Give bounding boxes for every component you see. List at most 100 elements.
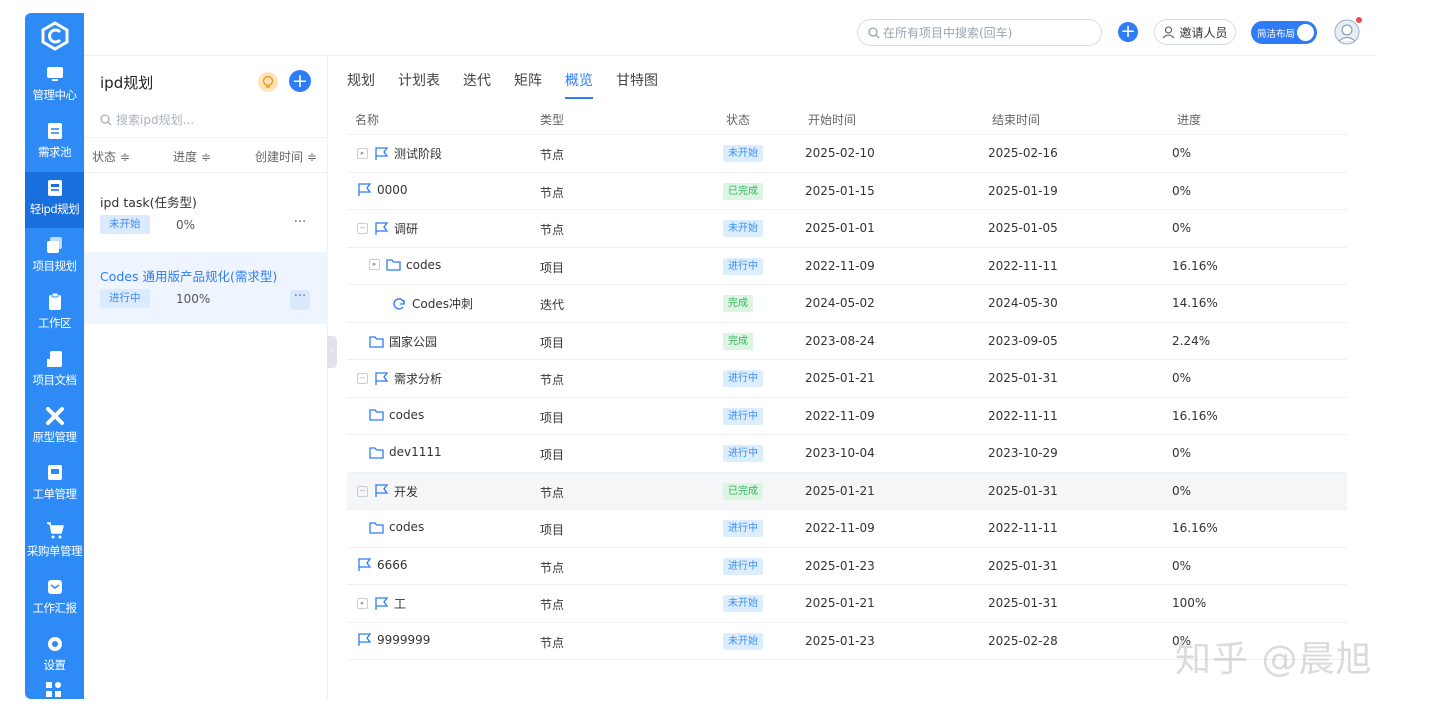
expand-toggle[interactable]: ▸ — [357, 598, 368, 609]
tips-button[interactable] — [258, 72, 278, 92]
row-end-date: 2025-02-16 — [988, 146, 1058, 160]
table-row[interactable]: − 需求分析 节点 进行中 2025-01-21 2025-01-31 0% — [347, 360, 1347, 398]
table-row[interactable]: 0000 节点 已完成 2025-01-15 2025-01-19 0% — [347, 173, 1347, 210]
plan-search-input[interactable]: 搜索ipd规划... — [100, 111, 194, 128]
row-start-date: 2022-11-09 — [805, 521, 875, 535]
row-type: 项目 — [540, 410, 565, 425]
apps-grid-icon[interactable] — [45, 681, 63, 699]
row-name: 调研 — [394, 222, 419, 236]
table-row[interactable]: ▸ 测试阶段 节点 未开始 2025-02-10 2025-02-16 0% — [347, 135, 1347, 173]
col-start: 开始时间 — [808, 113, 857, 127]
row-name: codes — [389, 407, 425, 422]
row-name-cell: ▸ 测试阶段 — [357, 145, 442, 162]
nav-item-5[interactable]: 项目文档 — [25, 343, 84, 399]
table-row[interactable]: − 调研 节点 未开始 2025-01-01 2025-01-05 0% — [347, 210, 1347, 248]
row-name: 测试阶段 — [394, 147, 443, 161]
tab-4[interactable]: 概览 — [565, 70, 593, 99]
row-name: 0000 — [377, 182, 408, 197]
nav-item-0[interactable]: 管理中心 — [25, 58, 84, 114]
col-name: 名称 — [355, 113, 380, 127]
row-end-date: 2022-11-11 — [988, 408, 1058, 423]
plan-item[interactable]: Codes 通用版产品规化(需求型) 进行中 100% ··· — [84, 252, 328, 324]
row-progress: 16.16% — [1172, 408, 1218, 423]
expand-toggle[interactable]: ▸ — [369, 259, 380, 270]
nav-item-7[interactable]: 工单管理 — [25, 457, 84, 513]
nav-item-4[interactable]: 工作区 — [25, 286, 84, 342]
tab-1[interactable]: 计划表 — [398, 70, 440, 99]
table-row[interactable]: ▸ codes 项目 进行中 2022-11-09 2022-11-11 16.16% — [347, 248, 1347, 285]
sprint-icon — [393, 297, 405, 310]
plan-more-button[interactable]: ··· — [290, 216, 310, 236]
invite-button[interactable]: 邀请人员 — [1154, 19, 1236, 45]
simple-layout-toggle[interactable]: 简洁布局 — [1251, 21, 1317, 44]
add-plan-button[interactable]: + — [289, 70, 311, 92]
nav-item-2[interactable]: 轻ipd规划 — [25, 172, 84, 228]
row-type: 节点 — [540, 485, 565, 500]
table-header: 名称 类型 状态 开始时间 结束时间 进度 — [347, 101, 1347, 135]
row-end-date: 2025-01-31 — [988, 483, 1058, 498]
col-status: 状态 — [726, 113, 751, 127]
row-start-date: 2022-11-09 — [805, 408, 875, 423]
expand-toggle[interactable]: − — [357, 485, 368, 497]
row-type: 项目 — [540, 260, 565, 275]
nav-item-10[interactable]: 设置 — [25, 628, 84, 684]
nav-item-9[interactable]: 工作汇报 — [25, 571, 84, 627]
plan-item[interactable]: ipd task(任务型) 未开始 0% ··· — [84, 178, 328, 250]
table-row[interactable]: codes 项目 进行中 2022-11-09 2022-11-11 16.16% — [347, 398, 1347, 435]
table-row[interactable]: Codes冲刺 迭代 完成 2024-05-02 2024-05-30 14.16% — [347, 285, 1347, 323]
plan-more-button[interactable]: ··· — [290, 290, 310, 310]
tab-3[interactable]: 矩阵 — [514, 70, 542, 99]
nav-item-3[interactable]: 项目规划 — [25, 229, 84, 285]
tab-0[interactable]: 规划 — [347, 70, 375, 99]
user-avatar[interactable] — [1334, 17, 1362, 45]
report-icon — [47, 580, 62, 594]
row-type: 项目 — [540, 523, 565, 537]
status-badge: 进行中 — [723, 520, 763, 537]
expand-toggle[interactable]: ▸ — [357, 148, 368, 159]
global-search-input[interactable]: 在所有项目中搜索(回车) — [857, 19, 1102, 46]
table-row[interactable]: 国家公园 项目 完成 2023-08-24 2023-09-05 2.24% — [347, 323, 1347, 360]
tab-5[interactable]: 甘特图 — [616, 70, 658, 99]
create-button[interactable]: + — [1118, 22, 1138, 42]
row-type: 节点 — [540, 635, 565, 650]
sort-progress[interactable]: 进度 ≑ — [173, 148, 211, 165]
table-row[interactable]: codes 项目 进行中 2022-11-09 2022-11-11 16.16% — [347, 510, 1347, 548]
table-row[interactable]: ▸ 工节点 未开始 2025-01-21 2025-01-31 100% — [347, 585, 1347, 623]
row-progress: 0% — [1172, 558, 1192, 573]
row-name-cell: − 调研 — [357, 220, 418, 237]
row-progress: 0% — [1172, 146, 1192, 160]
table-row[interactable]: − 开发 节点 已完成 2025-01-21 2025-01-31 0% — [347, 472, 1347, 510]
row-start-date: 2025-01-21 — [805, 483, 875, 498]
tab-2[interactable]: 迭代 — [463, 70, 491, 99]
row-type: 节点 — [540, 148, 565, 162]
row-type: 节点 — [540, 373, 565, 387]
flag-icon — [375, 146, 389, 160]
plan-list-panel: ipd规划 + 搜索ipd规划... 状态 ≑ 进度 ≑ 创建时间 ≑ ipd … — [84, 56, 328, 699]
lightbulb-icon — [262, 75, 274, 88]
sort-created-time[interactable]: 创建时间 ≑ — [255, 148, 317, 165]
expand-toggle[interactable]: − — [357, 373, 368, 384]
table-row[interactable]: 6666 节点 进行中 2025-01-23 2025-01-31 0% — [347, 548, 1347, 585]
nav-item-1[interactable]: 需求池 — [25, 115, 84, 171]
expand-toggle[interactable]: − — [357, 223, 368, 234]
row-progress: 2.24% — [1172, 333, 1211, 348]
nav-item-label: 项目规划 — [32, 259, 78, 273]
nav-item-8[interactable]: 采购单管理 — [25, 514, 84, 570]
row-name-cell: 0000 — [357, 183, 408, 197]
row-name-cell: 9999999 — [357, 633, 430, 647]
nav-item-label: 管理中心 — [32, 88, 78, 102]
row-name: 国家公园 — [389, 334, 438, 349]
status-badge: 进行中 — [723, 257, 763, 275]
sort-status[interactable]: 状态 ≑ — [92, 148, 130, 165]
folder-icon — [369, 446, 384, 459]
status-badge: 未开始 — [723, 595, 763, 612]
tools-icon — [45, 407, 64, 425]
flag-icon — [375, 371, 389, 385]
table-row[interactable]: dev1111 项目 进行中 2023-10-04 2023-10-29 0% — [347, 435, 1347, 473]
nav-item-6[interactable]: 原型管理 — [25, 400, 84, 456]
app-logo-icon[interactable] — [40, 21, 70, 51]
left-nav: 管理中心需求池 轻ipd规划项目规划工作区 项目文档 原型管理 工单管理 采购单管理 工作汇… — [25, 13, 84, 699]
status-badge: 未开始 — [723, 632, 763, 650]
folder-icon — [369, 409, 384, 421]
stack-icon — [46, 237, 62, 253]
